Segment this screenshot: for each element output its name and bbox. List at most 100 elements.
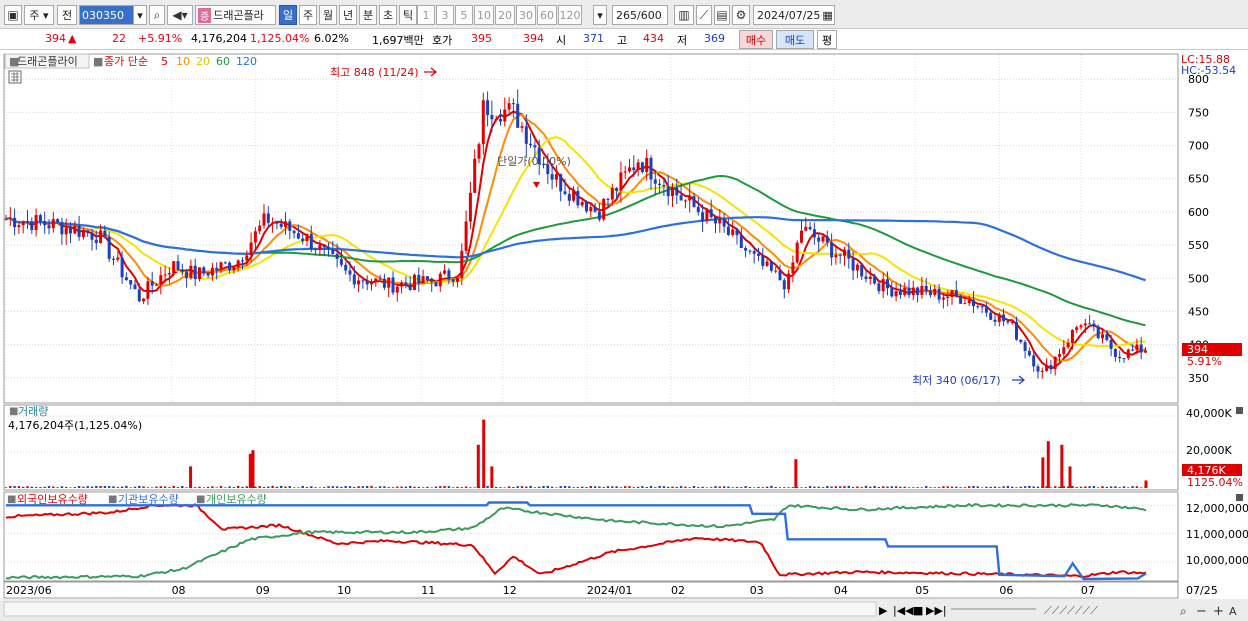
volume-bar [9, 485, 12, 488]
period-tab-4[interactable]: 분 [359, 5, 377, 25]
candle-body [47, 225, 51, 229]
zoom-out-icon[interactable]: − [1196, 604, 1207, 619]
amount: 1,697백만 [372, 34, 424, 47]
eval-button[interactable]: 평 [817, 30, 837, 49]
period-tab-6[interactable]: 틱 [399, 5, 417, 25]
chart-scrollbar[interactable] [3, 601, 877, 617]
candle-body [735, 229, 739, 236]
current-volume-pct: 1125.04% [1187, 476, 1243, 489]
stop-icon[interactable]: ■ [913, 604, 923, 617]
candle-body [898, 291, 902, 295]
volume-bar [271, 485, 274, 488]
volume-bar [52, 486, 55, 488]
candle-body [38, 215, 42, 222]
high-label: 고 [617, 34, 628, 47]
x-label-10: 05 [915, 584, 929, 597]
period-tab-5[interactable]: 초 [379, 5, 397, 25]
search-icon[interactable]: ⌕ [149, 5, 165, 25]
candle-body [597, 211, 601, 220]
candle-body [602, 198, 606, 220]
volume-bar [903, 486, 906, 488]
period-tab-2[interactable]: 월 [319, 5, 337, 25]
interval-button-60[interactable]: 60 [537, 5, 557, 25]
period-tab-0[interactable]: 일 [279, 5, 297, 25]
volume-bar [99, 486, 102, 488]
candle-body [628, 167, 631, 172]
interval-button-120[interactable]: 120 [558, 5, 582, 25]
candle-body [529, 143, 533, 146]
candle-body [838, 254, 842, 256]
volume-bar [280, 485, 283, 488]
hoga-label: 호가 [432, 34, 453, 47]
x-label-right: 07/25 [1186, 584, 1218, 597]
volume-bar [744, 486, 747, 488]
period-tab-3[interactable]: 년 [339, 5, 357, 25]
scroll-end-icon[interactable]: ▶▶| [926, 604, 947, 617]
scroll-right-icon[interactable]: ▶ [879, 604, 888, 617]
sell-button[interactable]: 매도 [776, 30, 814, 49]
stock-name-field[interactable]: 증 드래곤플라 [195, 5, 276, 25]
candle-body [1066, 342, 1070, 348]
hc-label: HC:-53.54 [1181, 64, 1236, 77]
x-label-9: 04 [834, 584, 848, 597]
candle-body [112, 258, 115, 260]
volume-bar [133, 486, 137, 488]
interval-button-5[interactable]: 5 [455, 5, 473, 25]
candle-body [4, 218, 8, 220]
candle-body [1088, 323, 1092, 325]
candle-body [352, 274, 356, 285]
code-dropdown[interactable]: ▾ [133, 5, 147, 25]
scroll-start-icon[interactable]: |◀◀ [893, 604, 914, 617]
volume-bar [434, 486, 438, 488]
volume-bar [839, 486, 842, 488]
pane-close-icon[interactable] [1236, 494, 1243, 501]
interval-button-3[interactable]: 3 [436, 5, 454, 25]
candle-body [266, 213, 270, 223]
speaker-icon[interactable]: ◀▾ [167, 5, 193, 25]
candle-body [757, 253, 760, 256]
stock-code-input[interactable]: 030350 [79, 5, 134, 25]
date-input[interactable]: 2024/07/25 ▦ [753, 5, 835, 25]
data-count-input[interactable]: 265/600 [612, 5, 668, 25]
x-label-0: 2023/06 [6, 584, 52, 597]
draw-tool-icon[interactable]: ⟋ [696, 5, 712, 25]
candle-body [636, 162, 640, 171]
interval-dropdown[interactable]: ▾ [593, 5, 607, 25]
volume-bar [503, 487, 506, 488]
candle-body [116, 257, 120, 260]
candle-body [43, 221, 47, 226]
volume-bar [4, 487, 8, 488]
volume-bar [1118, 487, 1121, 488]
candle-type-icon[interactable]: ▥ [674, 5, 694, 25]
candle-body [774, 270, 778, 272]
volume-bar [877, 486, 881, 488]
candle-body [1027, 350, 1031, 356]
pane-close-icon[interactable] [1236, 407, 1243, 414]
period-tab-1[interactable]: 주 [299, 5, 317, 25]
font-size-icon[interactable]: A [1229, 605, 1237, 618]
interval-button-30[interactable]: 30 [516, 5, 536, 25]
quote-bar: 394 ▲ 22 +5.91% 4,176,204 1,125.04% 6.02… [0, 29, 1248, 50]
search-zoom-icon[interactable]: ⌕ [1180, 604, 1187, 618]
interval-button-10[interactable]: 10 [474, 5, 494, 25]
gear-icon[interactable]: ⚙ [732, 5, 750, 25]
volume-bar [740, 487, 743, 488]
market-select[interactable]: 주 ▾ [24, 5, 54, 25]
pattern-tools-icon[interactable]: ⟋⟋⟋⟋⟋⟋⟋ [1044, 604, 1098, 617]
interval-button-20[interactable]: 20 [495, 5, 515, 25]
candle-body [864, 276, 868, 280]
volume-bar [907, 487, 911, 488]
prev-button[interactable]: 전 [57, 5, 77, 25]
zoom-in-icon[interactable]: + [1213, 604, 1224, 619]
price-tick-450: 450 [1188, 305, 1209, 318]
volume-bar [357, 486, 360, 488]
volume-bar [1071, 486, 1074, 488]
save-icon[interactable]: ▤ [714, 5, 730, 25]
candle-body [520, 126, 524, 128]
candle-body [219, 262, 223, 270]
candle-body [331, 249, 335, 254]
buy-button[interactable]: 매수 [739, 30, 773, 49]
layout-icon[interactable]: ▣ [4, 5, 22, 25]
interval-button-1[interactable]: 1 [417, 5, 435, 25]
volume-bar [396, 486, 399, 488]
